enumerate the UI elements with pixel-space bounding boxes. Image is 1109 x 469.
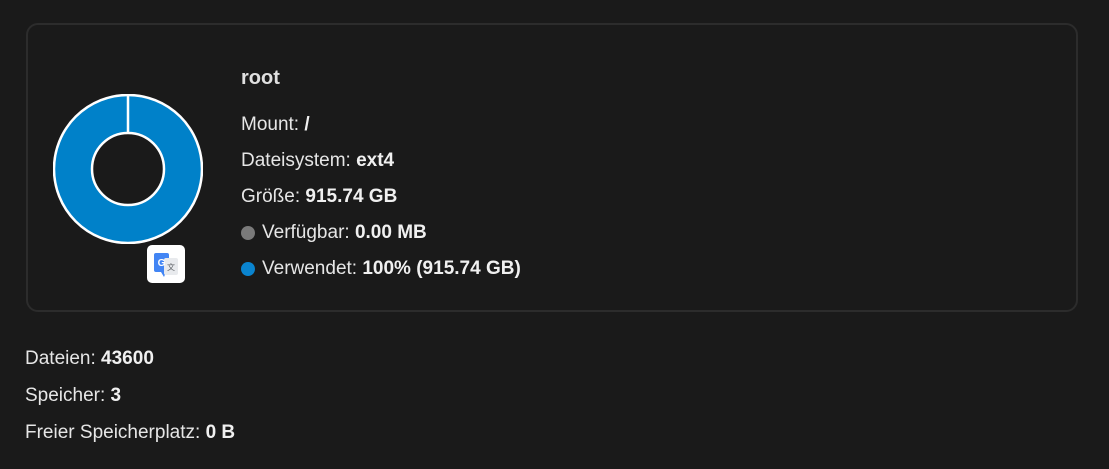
storage-label: Speicher:: [25, 385, 111, 406]
used-legend-dot: [241, 262, 255, 276]
size-label: Größe:: [241, 186, 301, 207]
used-row: Verwendet: 100% (915.74 GB): [241, 251, 521, 287]
available-row: Verfügbar: 0.00 MB: [241, 215, 521, 251]
svg-text:G: G: [158, 258, 166, 269]
size-value: 915.74 GB: [305, 186, 398, 207]
donut-inner-border: [90, 131, 166, 207]
storage-row: Speicher: 3: [25, 377, 235, 414]
size-row: Größe: 915.74 GB: [241, 179, 521, 215]
disk-usage-donut-chart: [53, 94, 203, 244]
free-space-label: Freier Speicherplatz:: [25, 422, 206, 443]
files-row: Dateien: 43600: [25, 340, 235, 377]
free-space-value: 0 B: [205, 422, 236, 443]
disk-info: root Mount: / Dateisystem: ext4 Größe: 9…: [241, 63, 521, 287]
free-space-row: Freier Speicherplatz: 0 B: [25, 414, 235, 451]
filesystem-label: Dateisystem:: [241, 150, 351, 171]
mount-row: Mount: /: [241, 107, 521, 143]
available-label: Verfügbar:: [262, 222, 350, 243]
svg-text:文: 文: [167, 262, 175, 272]
mount-label: Mount:: [241, 114, 300, 135]
translate-icon-graphic: G 文: [154, 253, 178, 277]
available-value: 0.00 MB: [354, 222, 427, 243]
disk-card: G 文 root Mount: / Dateisystem: ext4 Größ…: [26, 23, 1078, 312]
used-value: 100% (915.74 GB): [362, 258, 521, 279]
google-translate-icon[interactable]: G 文: [147, 245, 185, 283]
storage-summary: Dateien: 43600 Speicher: 3 Freier Speich…: [25, 340, 235, 451]
available-legend-dot: [241, 226, 255, 240]
files-value: 43600: [101, 348, 154, 369]
disk-name: root: [241, 67, 280, 89]
storage-value: 3: [110, 385, 122, 406]
mount-value: /: [304, 114, 310, 135]
files-label: Dateien:: [25, 348, 102, 369]
filesystem-value: ext4: [356, 150, 395, 171]
used-label: Verwendet:: [262, 258, 358, 279]
filesystem-row: Dateisystem: ext4: [241, 143, 521, 179]
